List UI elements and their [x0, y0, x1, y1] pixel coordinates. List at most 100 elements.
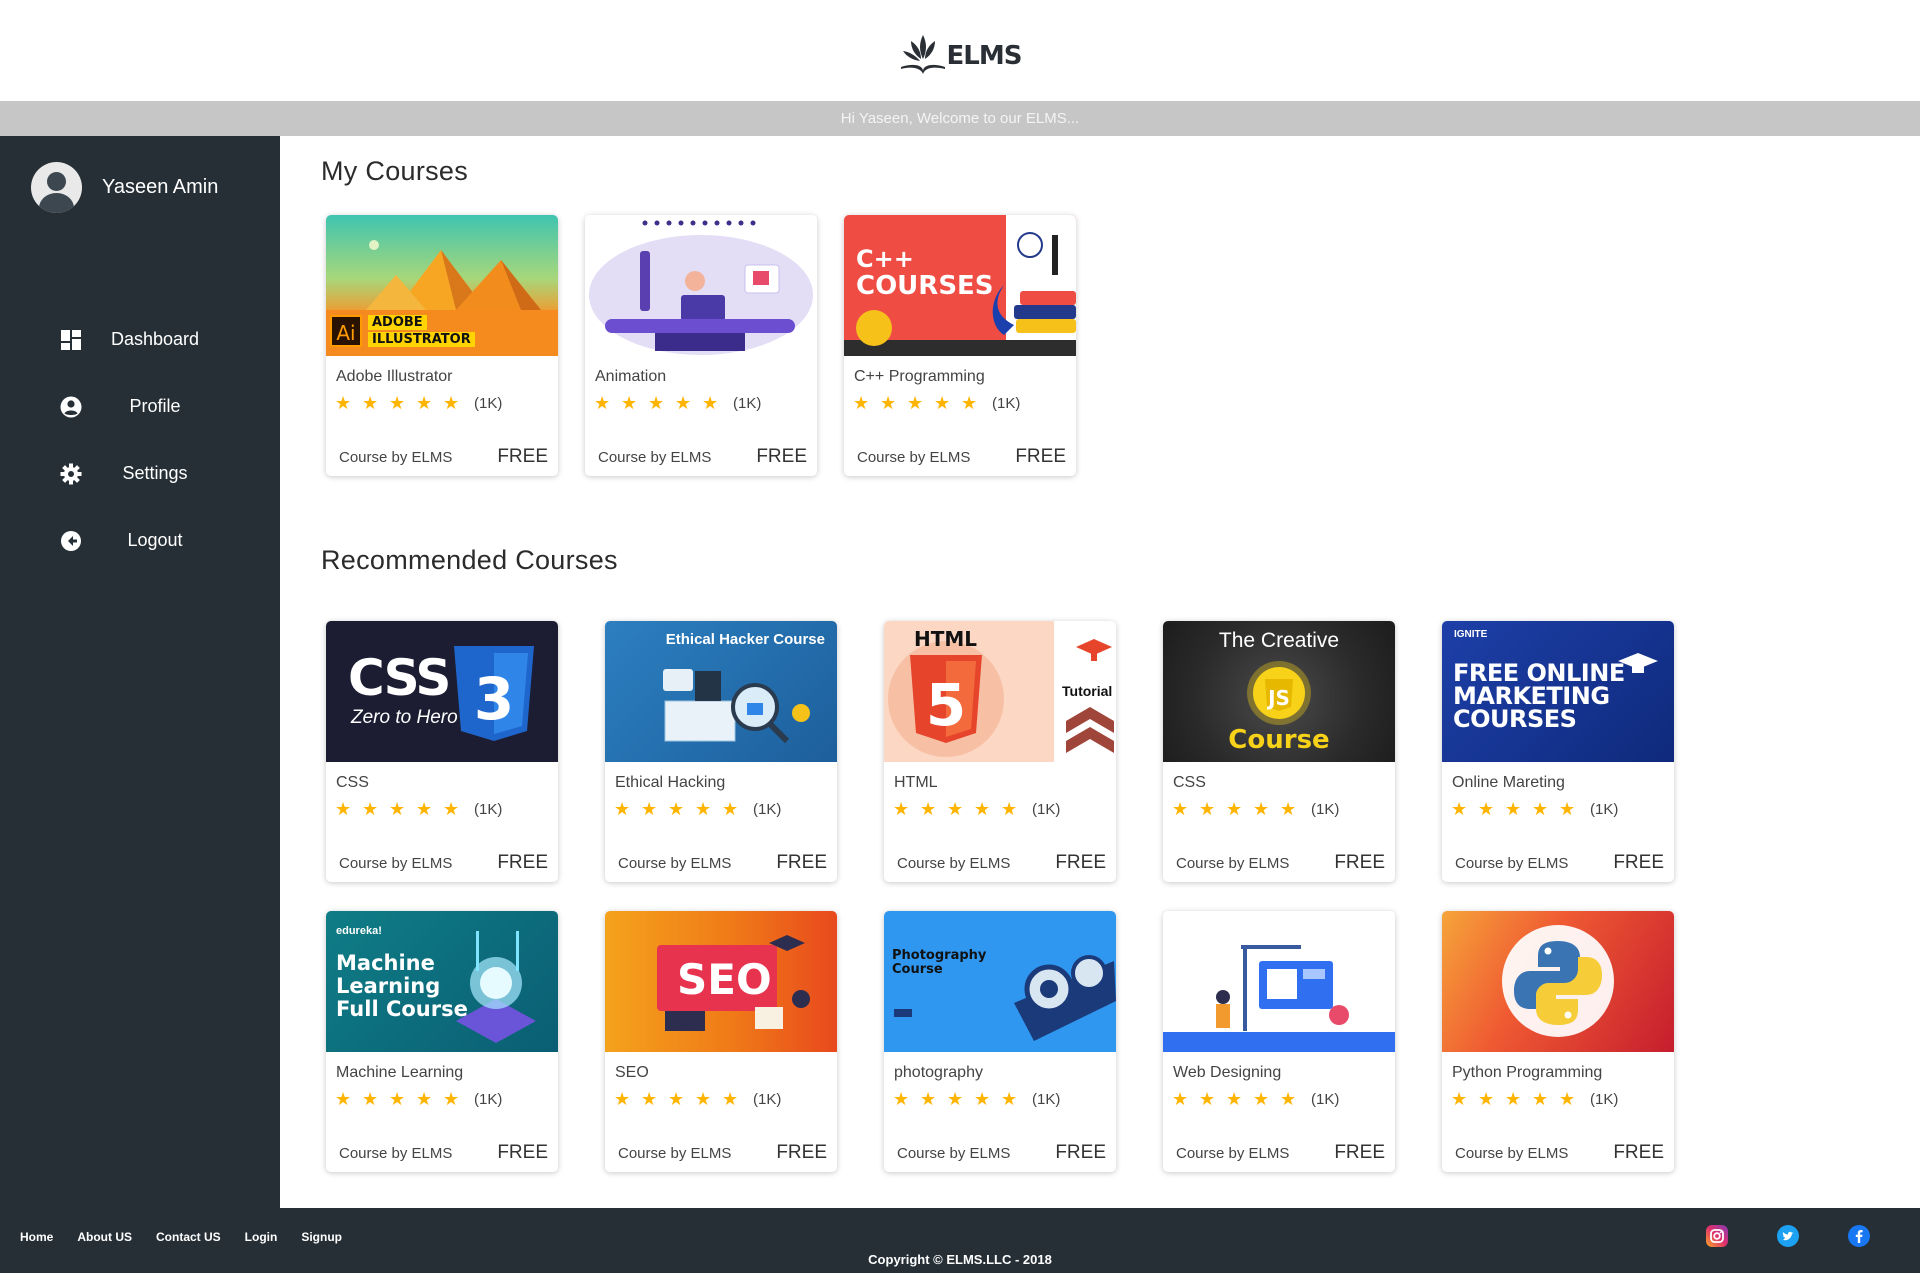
star-rating: ★ ★ ★ ★ ★ (1K) — [335, 393, 502, 414]
star-icon: ★ — [1505, 1089, 1522, 1109]
thumb-text: Course — [892, 962, 943, 977]
footer-link-home[interactable]: Home — [20, 1230, 53, 1244]
sidebar-item-profile[interactable]: Profile — [0, 373, 280, 440]
star-icon: ★ — [389, 1089, 406, 1109]
thumb-text: Machine — [336, 951, 435, 975]
footer: Home About US Contact US Login Signup Co… — [0, 1208, 1920, 1273]
course-card[interactable]: Photography Course photography ★ ★ ★ ★ ★ (1K… — [884, 911, 1116, 1172]
star-icon: ★ — [362, 799, 379, 819]
course-price: FREE — [1055, 1142, 1106, 1163]
sidebar: Yaseen Amin Dashboard Profile Settings L… — [0, 136, 280, 1208]
star-icon: ★ — [934, 393, 951, 413]
rating-count: (1K) — [753, 1091, 782, 1108]
thumb-text: Zero to Hero — [351, 707, 458, 728]
footer-link-contact[interactable]: Contact US — [156, 1230, 221, 1244]
footer-link-about[interactable]: About US — [77, 1230, 132, 1244]
course-card[interactable]: Web Designing ★ ★ ★ ★ ★ (1K) Course by ELMS … — [1163, 911, 1395, 1172]
course-price: FREE — [1334, 1142, 1385, 1163]
star-icon: ★ — [893, 1089, 910, 1109]
star-rating: ★ ★ ★ ★ ★ (1K) — [893, 1089, 1060, 1110]
star-icon: ★ — [1253, 799, 1270, 819]
course-price: FREE — [776, 1142, 827, 1163]
course-byline: Course by ELMS — [618, 1145, 732, 1162]
elms-logo[interactable]: ELMS — [899, 31, 1022, 75]
course-byline: Course by ELMS — [897, 1145, 1011, 1162]
course-card[interactable]: C++ COURSES C++ Programming ★ ★ ★ ★ ★ (1K) C… — [844, 215, 1076, 476]
twitter-icon[interactable] — [1777, 1225, 1799, 1247]
star-rating: ★ ★ ★ ★ ★ (1K) — [335, 799, 502, 820]
thumb-text: IGNITE — [1454, 629, 1488, 640]
thumb-text: SEO — [677, 955, 772, 1004]
thumb-text: HTML — [914, 627, 978, 651]
course-byline: Course by ELMS — [1455, 1145, 1569, 1162]
star-icon: ★ — [675, 393, 692, 413]
course-thumbnail — [585, 215, 817, 356]
course-card[interactable]: Animation ★ ★ ★ ★ ★ (1K) Course by ELMS FREE — [585, 215, 817, 476]
course-thumbnail: 5 HTML Tutorial — [884, 621, 1116, 762]
course-card[interactable]: Python Programming ★ ★ ★ ★ ★ (1K) Course by … — [1442, 911, 1674, 1172]
course-byline: Course by ELMS — [339, 1145, 453, 1162]
course-thumbnail — [1442, 911, 1674, 1052]
course-card[interactable]: SEO SEO ★ ★ ★ ★ ★ (1K) Course by ELMS FREE — [605, 911, 837, 1172]
course-thumbnail: JS The Creative Course — [1163, 621, 1395, 762]
course-byline: Course by ELMS — [618, 855, 732, 872]
svg-text:5: 5 — [926, 671, 966, 739]
course-byline: Course by ELMS — [339, 449, 453, 466]
thumb-text: Course — [1228, 725, 1330, 755]
star-icon: ★ — [722, 799, 739, 819]
svg-text:3: 3 — [474, 665, 514, 733]
course-card[interactable]: edureka! Machine Learning Full Course Ma… — [326, 911, 558, 1172]
svg-text:JS: JS — [1266, 686, 1290, 710]
course-price: FREE — [756, 446, 807, 467]
star-icon: ★ — [1001, 1089, 1018, 1109]
course-card[interactable]: Ai ADOBE ILLUSTRATOR Adobe Illustrator ★… — [326, 215, 558, 476]
star-rating: ★ ★ ★ ★ ★ (1K) — [1451, 799, 1618, 820]
thumb-text: Tutorial — [1062, 683, 1113, 699]
rating-count: (1K) — [1590, 1091, 1619, 1108]
rating-count: (1K) — [1032, 1091, 1061, 1108]
rating-count: (1K) — [1590, 801, 1619, 818]
sidebar-item-settings[interactable]: Settings — [0, 440, 280, 507]
course-title: Adobe Illustrator — [336, 368, 453, 385]
sidebar-item-label: Dashboard — [110, 329, 200, 349]
footer-link-login[interactable]: Login — [245, 1230, 278, 1244]
star-icon: ★ — [1478, 799, 1495, 819]
course-title: CSS — [1173, 774, 1206, 791]
star-icon: ★ — [614, 799, 631, 819]
ai-badge: Ai — [330, 315, 362, 347]
course-card[interactable]: IGNITE FREE ONLINE MARKETING COURSES Onl… — [1442, 621, 1674, 882]
course-price: FREE — [776, 852, 827, 873]
sidebar-item-dashboard[interactable]: Dashboard — [0, 306, 280, 373]
star-icon: ★ — [1172, 799, 1189, 819]
thumb-text: ADOBE — [368, 315, 427, 330]
star-icon: ★ — [1253, 1089, 1270, 1109]
thumb-text: COURSES — [1453, 705, 1577, 733]
sidebar-item-label: Logout — [127, 530, 183, 550]
star-icon: ★ — [668, 799, 685, 819]
course-card[interactable]: 5 HTML Tutorial HTML ★ ★ ★ ★ ★ (1K) Course b… — [884, 621, 1116, 882]
facebook-icon[interactable] — [1848, 1225, 1870, 1247]
avatar — [31, 162, 82, 213]
course-card[interactable]: 3 CSS Zero to Hero CSS ★ ★ ★ ★ ★ (1K) Course… — [326, 621, 558, 882]
star-icon: ★ — [920, 799, 937, 819]
star-icon: ★ — [947, 1089, 964, 1109]
footer-link-signup[interactable]: Signup — [301, 1230, 342, 1244]
header: ELMS — [0, 0, 1920, 101]
leaf-book-icon — [900, 34, 945, 74]
course-thumbnail: Photography Course — [884, 911, 1116, 1052]
star-icon: ★ — [1451, 799, 1468, 819]
instagram-icon[interactable] — [1706, 1225, 1728, 1247]
sidebar-nav: Dashboard Profile Settings Logout — [0, 306, 280, 574]
rating-count: (1K) — [733, 395, 762, 412]
course-byline: Course by ELMS — [598, 449, 712, 466]
thumb-text: Ethical Hacker Course — [665, 631, 825, 648]
course-card[interactable]: Ethical Hacker Course Ethical Hacking ★ ★… — [605, 621, 837, 882]
star-icon: ★ — [1532, 1089, 1549, 1109]
star-icon: ★ — [443, 1089, 460, 1109]
sidebar-item-logout[interactable]: Logout — [0, 507, 280, 574]
star-rating: ★ ★ ★ ★ ★ (1K) — [335, 1089, 502, 1110]
star-icon: ★ — [416, 799, 433, 819]
course-card[interactable]: JS The Creative Course CSS ★ ★ ★ ★ ★ (1K) Co… — [1163, 621, 1395, 882]
copyright: Copyright © ELMS.LLC - 2018 — [868, 1252, 1052, 1267]
user-profile[interactable]: Yaseen Amin — [31, 162, 218, 213]
